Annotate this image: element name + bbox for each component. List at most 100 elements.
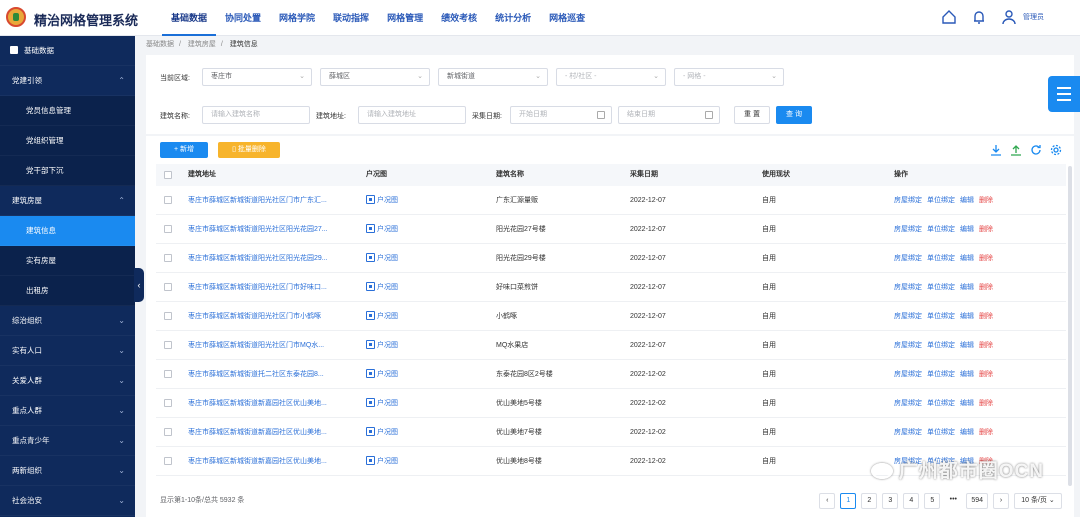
edit-link[interactable]: 编辑 bbox=[960, 255, 974, 262]
bind-house-link[interactable]: 房屋绑定 bbox=[894, 313, 922, 320]
cell-address[interactable]: 枣庄市薛城区新城街道阳光社区阳光花园29... bbox=[188, 244, 356, 272]
cell-image-link[interactable]: 户况图 bbox=[366, 273, 398, 301]
page-button[interactable]: 5 bbox=[924, 493, 941, 509]
sidebar-item-governance[interactable]: 综治组织 ⌄ bbox=[0, 306, 135, 336]
bind-house-link[interactable]: 房屋绑定 bbox=[894, 342, 922, 349]
bind-unit-link[interactable]: 单位绑定 bbox=[927, 197, 955, 204]
nav-basic-data[interactable]: 基础数据 bbox=[162, 0, 217, 36]
sidebar-item-security[interactable]: 社会治安 ⌄ bbox=[0, 486, 135, 516]
floating-menu-button[interactable] bbox=[1048, 76, 1080, 112]
row-checkbox[interactable] bbox=[164, 399, 172, 407]
cell-address[interactable]: 枣庄市薛城区新城街道新嘉园社区优山美地... bbox=[188, 418, 356, 446]
cell-image-link[interactable]: 户况图 bbox=[366, 331, 398, 359]
cell-address[interactable]: 枣庄市薛城区新城街道阳光社区阳光花园27... bbox=[188, 215, 356, 243]
nav-grid-mgmt[interactable]: 网格管理 bbox=[378, 0, 432, 36]
sidebar-item-key-people[interactable]: 重点人群 ⌄ bbox=[0, 396, 135, 426]
cell-address[interactable]: 枣庄市薛城区新城街道新嘉园社区优山美地... bbox=[188, 389, 356, 417]
cell-image-link[interactable]: 户况图 bbox=[366, 389, 398, 417]
sidebar-item-building-info[interactable]: 建筑信息 bbox=[0, 216, 135, 246]
sidebar-item-rentals[interactable]: 出租房 bbox=[0, 276, 135, 306]
delete-link[interactable]: 删除 bbox=[979, 226, 993, 233]
page-button[interactable]: 4 bbox=[903, 493, 920, 509]
delete-link[interactable]: 删除 bbox=[979, 429, 993, 436]
bind-house-link[interactable]: 房屋绑定 bbox=[894, 371, 922, 378]
nav-academy[interactable]: 网格学院 bbox=[270, 0, 324, 36]
page-button[interactable]: 2 bbox=[861, 493, 878, 509]
bind-house-link[interactable]: 房屋绑定 bbox=[894, 429, 922, 436]
cell-address[interactable]: 枣庄市薛城区新城街道托二社区东泰花园8... bbox=[188, 360, 356, 388]
sidebar-item-youth[interactable]: 重点青少年 ⌄ bbox=[0, 426, 135, 456]
edit-link[interactable]: 编辑 bbox=[960, 313, 974, 320]
sidebar-item-home[interactable]: 基础数据 bbox=[0, 36, 135, 66]
row-checkbox[interactable] bbox=[164, 225, 172, 233]
bind-house-link[interactable]: 房屋绑定 bbox=[894, 226, 922, 233]
bind-unit-link[interactable]: 单位绑定 bbox=[927, 400, 955, 407]
row-checkbox[interactable] bbox=[164, 341, 172, 349]
bind-unit-link[interactable]: 单位绑定 bbox=[927, 284, 955, 291]
breadcrumb-item[interactable]: 基础数据 bbox=[146, 41, 174, 48]
edit-link[interactable]: 编辑 bbox=[960, 371, 974, 378]
page-size-select[interactable]: 10 条/页 ⌄ bbox=[1014, 493, 1062, 509]
street-select[interactable]: 新城街道 ⌄ bbox=[438, 68, 548, 86]
delete-link[interactable]: 删除 bbox=[979, 197, 993, 204]
bind-unit-link[interactable]: 单位绑定 bbox=[927, 255, 955, 262]
user-name[interactable]: 管理员 bbox=[1023, 12, 1044, 22]
bind-house-link[interactable]: 房屋绑定 bbox=[894, 197, 922, 204]
cell-image-link[interactable]: 户况图 bbox=[366, 360, 398, 388]
edit-link[interactable]: 编辑 bbox=[960, 429, 974, 436]
batch-delete-button[interactable]: ▯ 批量删除 bbox=[218, 142, 280, 158]
nav-performance[interactable]: 绩效考核 bbox=[432, 0, 486, 36]
refresh-icon[interactable] bbox=[1030, 144, 1042, 156]
cell-image-link[interactable]: 户况图 bbox=[366, 186, 398, 214]
cell-address[interactable]: 枣庄市薛城区新城街道阳光社区门市MQ水... bbox=[188, 331, 356, 359]
nav-command[interactable]: 联动指挥 bbox=[324, 0, 378, 36]
page-ellipsis[interactable]: ••• bbox=[945, 493, 961, 509]
home-icon[interactable] bbox=[941, 9, 957, 25]
district-select[interactable]: 薛城区 ⌄ bbox=[320, 68, 430, 86]
download-icon[interactable] bbox=[990, 144, 1002, 156]
next-page-button[interactable]: › bbox=[993, 493, 1009, 509]
sidebar-item-party-org[interactable]: 党组织管理 bbox=[0, 126, 135, 156]
nav-collab[interactable]: 协同处置 bbox=[216, 0, 270, 36]
row-checkbox[interactable] bbox=[164, 283, 172, 291]
row-checkbox[interactable] bbox=[164, 428, 172, 436]
cell-address[interactable]: 枣庄市薛城区新城街道新嘉园社区优山美地... bbox=[188, 447, 356, 475]
prev-page-button[interactable]: ‹ bbox=[819, 493, 836, 509]
delete-link[interactable]: 删除 bbox=[979, 255, 993, 262]
upload-icon[interactable] bbox=[1010, 144, 1022, 156]
sidebar-item-population[interactable]: 实有人口 ⌄ bbox=[0, 336, 135, 366]
sidebar-item-houses[interactable]: 实有房屋 bbox=[0, 246, 135, 276]
edit-link[interactable]: 编辑 bbox=[960, 400, 974, 407]
nav-patrol[interactable]: 网格巡查 bbox=[540, 0, 594, 36]
edit-link[interactable]: 编辑 bbox=[960, 197, 974, 204]
breadcrumb-item[interactable]: 建筑房屋 bbox=[188, 41, 216, 48]
sidebar-item-buildings[interactable]: 建筑房屋 ⌃ bbox=[0, 186, 135, 216]
row-checkbox[interactable] bbox=[164, 312, 172, 320]
reset-button[interactable]: 重 置 bbox=[734, 106, 770, 124]
row-checkbox[interactable] bbox=[164, 457, 172, 465]
delete-link[interactable]: 删除 bbox=[979, 342, 993, 349]
delete-link[interactable]: 删除 bbox=[979, 400, 993, 407]
table-scrollbar[interactable] bbox=[1068, 166, 1072, 486]
edit-link[interactable]: 编辑 bbox=[960, 342, 974, 349]
page-button[interactable]: 594 bbox=[966, 493, 988, 509]
bind-house-link[interactable]: 房屋绑定 bbox=[894, 284, 922, 291]
building-address-input[interactable]: 请输入建筑地址 bbox=[358, 106, 466, 124]
cell-address[interactable]: 枣庄市薛城区新城街道阳光社区门市好味口... bbox=[188, 273, 356, 301]
cell-image-link[interactable]: 户况图 bbox=[366, 418, 398, 446]
cell-image-link[interactable]: 户况图 bbox=[366, 447, 398, 475]
bind-house-link[interactable]: 房屋绑定 bbox=[894, 400, 922, 407]
sidebar-item-party-member[interactable]: 党员信息管理 bbox=[0, 96, 135, 126]
bind-unit-link[interactable]: 单位绑定 bbox=[927, 313, 955, 320]
edit-link[interactable]: 编辑 bbox=[960, 226, 974, 233]
city-select[interactable]: 枣庄市 ⌄ bbox=[202, 68, 312, 86]
page-button[interactable]: 3 bbox=[882, 493, 899, 509]
delete-link[interactable]: 删除 bbox=[979, 371, 993, 378]
village-select[interactable]: - 村/社区 - ⌄ bbox=[556, 68, 666, 86]
select-all-checkbox[interactable] bbox=[164, 171, 172, 179]
bind-unit-link[interactable]: 单位绑定 bbox=[927, 226, 955, 233]
row-checkbox[interactable] bbox=[164, 196, 172, 204]
delete-link[interactable]: 删除 bbox=[979, 313, 993, 320]
sidebar-item-new-orgs[interactable]: 两新组织 ⌄ bbox=[0, 456, 135, 486]
row-checkbox[interactable] bbox=[164, 254, 172, 262]
